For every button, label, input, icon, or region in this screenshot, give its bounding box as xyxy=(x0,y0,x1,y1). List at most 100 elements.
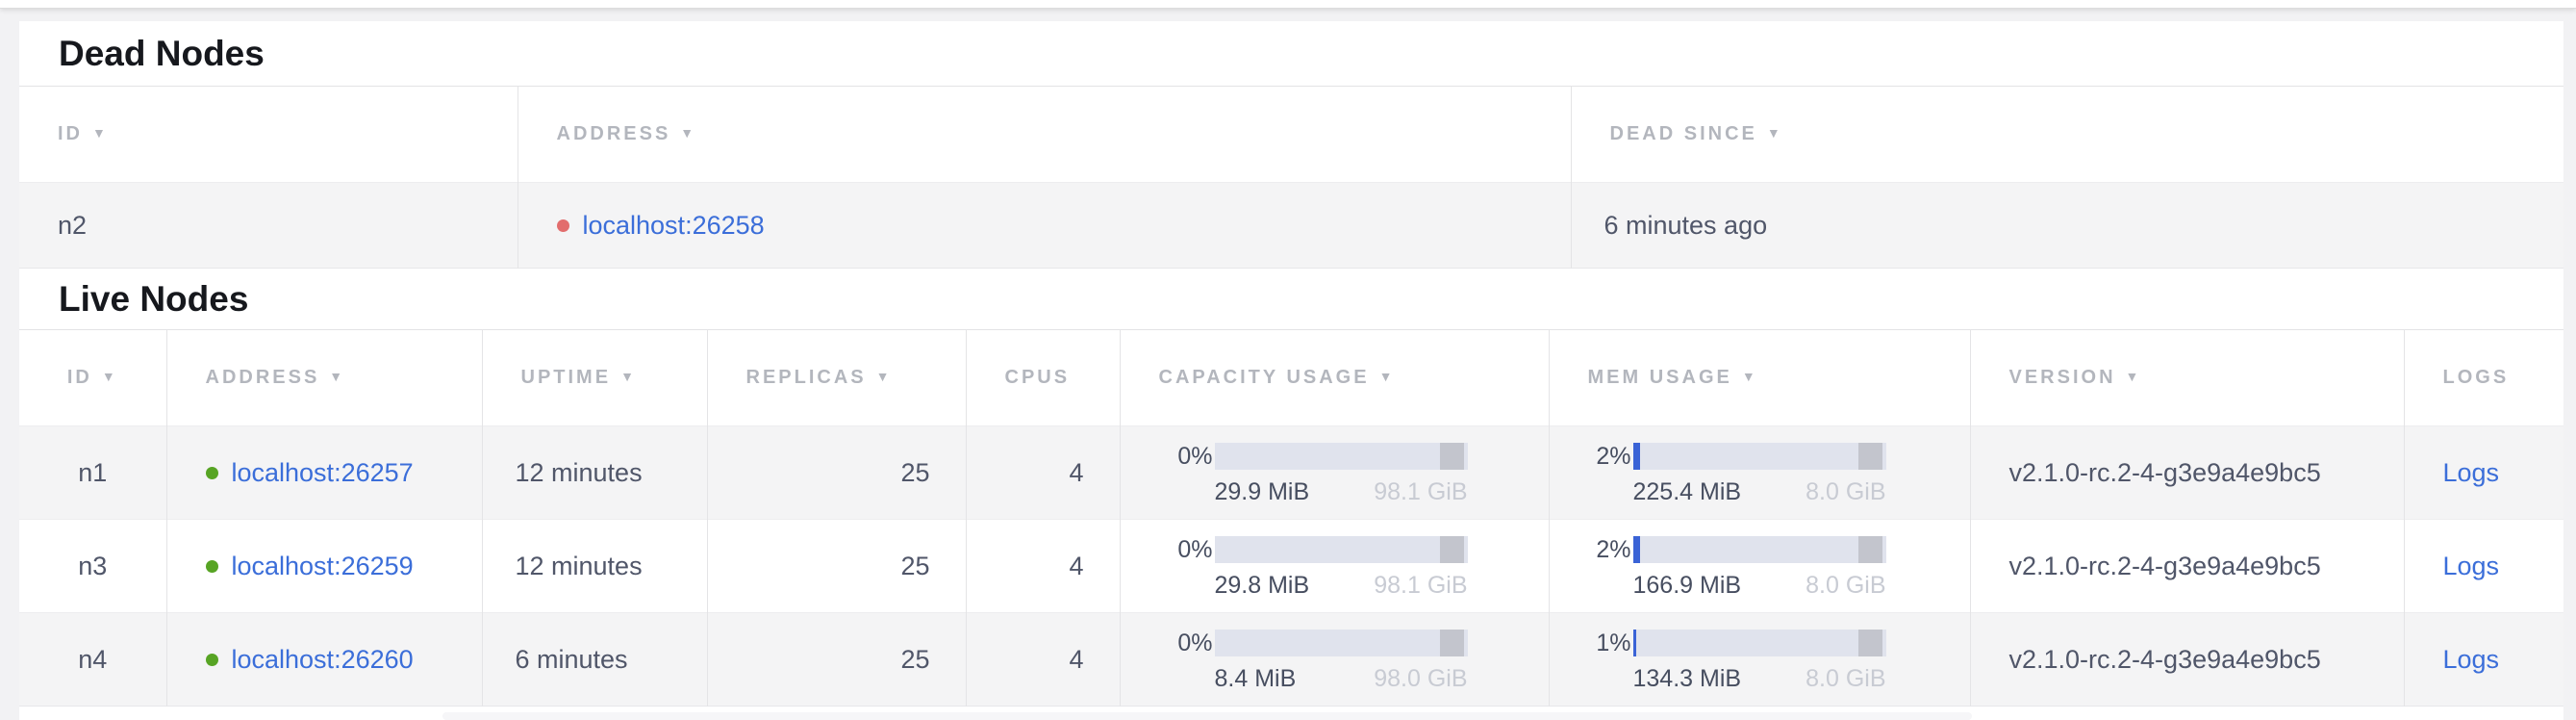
capacity-used-value: 29.9 MiB xyxy=(1215,478,1310,506)
mem-usage-bar xyxy=(1633,630,1886,656)
dead-nodes-title: Dead Nodes xyxy=(19,21,2563,86)
live-status-dot-icon xyxy=(206,560,218,573)
live-status-dot-icon xyxy=(206,654,218,666)
mem-percent: 2% xyxy=(1564,538,1631,562)
cell-mem-usage: 2% 166.9 MiB 8.0 GiB xyxy=(1549,520,1970,613)
capacity-usage-widget: 0% 8.4 MiB 98.0 GiB xyxy=(1146,626,1549,693)
cell-node-id: n1 xyxy=(19,426,166,520)
cell-capacity-usage: 0% 29.8 MiB 98.1 GiB xyxy=(1120,520,1549,613)
cell-logs: Logs xyxy=(2404,426,2563,520)
cell-capacity-usage: 0% 29.9 MiB 98.1 GiB xyxy=(1120,426,1549,520)
logs-link[interactable]: Logs xyxy=(2443,552,2500,580)
capacity-total-value: 98.1 GiB xyxy=(1374,478,1467,506)
capacity-total-value: 98.1 GiB xyxy=(1374,572,1467,600)
mem-usage-fill xyxy=(1633,443,1640,470)
cell-node-id: n4 xyxy=(19,613,166,707)
dead-col-header-id[interactable]: ID▼ xyxy=(19,87,518,183)
live-node-row: n1 localhost:26257 12 minutes 25 4 0% xyxy=(19,426,2563,520)
cell-uptime: 12 minutes xyxy=(482,426,707,520)
live-col-header-id[interactable]: ID▼ xyxy=(19,330,166,426)
sort-arrow-icon: ▼ xyxy=(2126,369,2142,384)
sort-arrow-icon: ▼ xyxy=(1742,369,1758,384)
mem-total-value: 8.0 GiB xyxy=(1806,665,1885,693)
mem-percent: 1% xyxy=(1564,631,1631,656)
cell-node-id: n2 xyxy=(19,183,518,269)
cell-node-id: n3 xyxy=(19,520,166,613)
cell-uptime: 6 minutes xyxy=(482,613,707,707)
bar-reserved-segment xyxy=(1858,630,1882,656)
node-address-link[interactable]: localhost:26260 xyxy=(232,645,414,674)
dead-node-row: n2 localhost:26258 6 minutes ago xyxy=(19,183,2563,269)
mem-usage-fill xyxy=(1633,536,1640,563)
logs-link[interactable]: Logs xyxy=(2443,458,2500,487)
node-address-link[interactable]: localhost:26259 xyxy=(232,552,414,580)
cell-replicas: 25 xyxy=(707,613,966,707)
cell-mem-usage: 2% 225.4 MiB 8.0 GiB xyxy=(1549,426,1970,520)
live-nodes-title: Live Nodes xyxy=(19,269,2563,329)
cell-node-address: localhost:26260 xyxy=(166,613,482,707)
mem-usage-bar xyxy=(1633,536,1886,563)
live-status-dot-icon xyxy=(206,467,218,479)
mem-usage-widget: 2% 225.4 MiB 8.0 GiB xyxy=(1564,439,1970,506)
live-col-header-logs: LOGS xyxy=(2404,330,2563,426)
capacity-usage-bar xyxy=(1215,443,1468,470)
node-address-link[interactable]: localhost:26257 xyxy=(232,458,414,487)
dead-status-dot-icon xyxy=(557,219,569,232)
mem-percent: 2% xyxy=(1564,445,1631,469)
mem-usage-widget: 2% 166.9 MiB 8.0 GiB xyxy=(1564,532,1970,600)
mem-used-value: 225.4 MiB xyxy=(1633,478,1742,506)
sort-arrow-icon: ▼ xyxy=(680,125,696,141)
cell-version: v2.1.0-rc.2-4-g3e9a4e9bc5 xyxy=(1970,426,2404,520)
cell-capacity-usage: 0% 8.4 MiB 98.0 GiB xyxy=(1120,613,1549,707)
live-col-header-address[interactable]: ADDRESS▼ xyxy=(166,330,482,426)
logs-link[interactable]: Logs xyxy=(2443,645,2500,674)
next-section-edge xyxy=(442,712,1972,720)
dead-col-header-dead-since[interactable]: DEAD SINCE▼ xyxy=(1571,87,2563,183)
live-col-header-mem[interactable]: MEM USAGE▼ xyxy=(1549,330,1970,426)
bar-reserved-segment xyxy=(1440,630,1464,656)
top-nav-edge xyxy=(0,0,2576,9)
cell-version: v2.1.0-rc.2-4-g3e9a4e9bc5 xyxy=(1970,613,2404,707)
sort-arrow-icon: ▼ xyxy=(102,369,118,384)
bar-reserved-segment xyxy=(1440,443,1464,470)
cell-cpus: 4 xyxy=(966,613,1120,707)
cell-mem-usage: 1% 134.3 MiB 8.0 GiB xyxy=(1549,613,1970,707)
capacity-usage-widget: 0% 29.9 MiB 98.1 GiB xyxy=(1146,439,1549,506)
dead-nodes-header-row: ID▼ ADDRESS▼ DEAD SINCE▼ xyxy=(19,87,2563,183)
cell-cpus: 4 xyxy=(966,520,1120,613)
sort-arrow-icon: ▼ xyxy=(620,369,637,384)
dead-col-header-address[interactable]: ADDRESS▼ xyxy=(518,87,1571,183)
capacity-usage-bar xyxy=(1215,630,1468,656)
cell-logs: Logs xyxy=(2404,613,2563,707)
mem-usage-widget: 1% 134.3 MiB 8.0 GiB xyxy=(1564,626,1970,693)
cell-dead-since: 6 minutes ago xyxy=(1571,183,2563,269)
capacity-percent: 0% xyxy=(1146,631,1213,656)
mem-used-value: 134.3 MiB xyxy=(1633,665,1742,693)
dead-nodes-table: ID▼ ADDRESS▼ DEAD SINCE▼ n2 localhost:26… xyxy=(19,86,2563,269)
mem-total-value: 8.0 GiB xyxy=(1806,478,1885,506)
capacity-used-value: 29.8 MiB xyxy=(1215,572,1310,600)
mem-used-value: 166.9 MiB xyxy=(1633,572,1742,600)
sort-arrow-icon: ▼ xyxy=(92,125,109,141)
cell-replicas: 25 xyxy=(707,426,966,520)
mem-usage-fill xyxy=(1633,630,1636,656)
cell-uptime: 12 minutes xyxy=(482,520,707,613)
mem-usage-bar xyxy=(1633,443,1886,470)
bar-reserved-segment xyxy=(1858,536,1882,563)
bar-reserved-segment xyxy=(1440,536,1464,563)
live-nodes-table: ID▼ ADDRESS▼ UPTIME▼ REPLICAS▼ CPUS CAPA… xyxy=(19,329,2563,707)
capacity-usage-bar xyxy=(1215,536,1468,563)
cell-node-address: localhost:26258 xyxy=(518,183,1571,269)
node-address-link[interactable]: localhost:26258 xyxy=(583,211,765,240)
live-col-header-cpus: CPUS xyxy=(966,330,1120,426)
cell-node-address: localhost:26257 xyxy=(166,426,482,520)
live-col-header-uptime[interactable]: UPTIME▼ xyxy=(482,330,707,426)
live-col-header-version[interactable]: VERSION▼ xyxy=(1970,330,2404,426)
sort-arrow-icon: ▼ xyxy=(876,369,893,384)
sort-arrow-icon: ▼ xyxy=(1767,125,1783,141)
live-node-row: n3 localhost:26259 12 minutes 25 4 0% xyxy=(19,520,2563,613)
live-col-header-replicas[interactable]: REPLICAS▼ xyxy=(707,330,966,426)
capacity-percent: 0% xyxy=(1146,445,1213,469)
capacity-usage-widget: 0% 29.8 MiB 98.1 GiB xyxy=(1146,532,1549,600)
live-col-header-capacity[interactable]: CAPACITY USAGE▼ xyxy=(1120,330,1549,426)
